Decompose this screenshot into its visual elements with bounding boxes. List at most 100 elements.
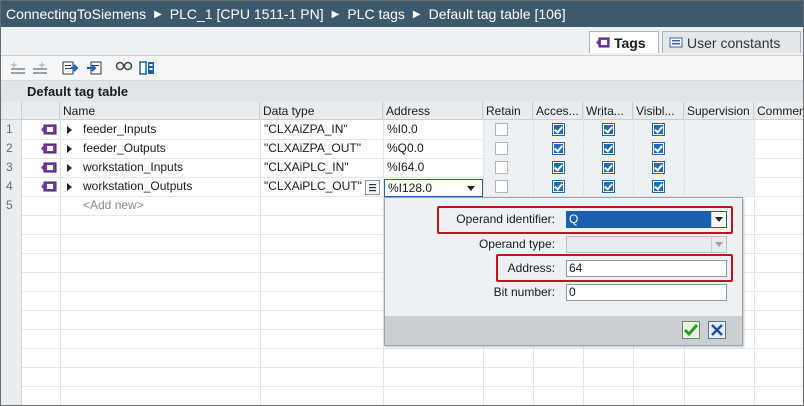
tag-name[interactable]: feeder_Outputs	[83, 139, 259, 158]
list-icon	[369, 184, 376, 192]
visible-checkbox[interactable]	[652, 123, 665, 136]
breadcrumb-project[interactable]: ConnectingToSiemens	[1, 6, 146, 22]
expand-arrow-icon[interactable]	[67, 145, 72, 153]
address-popup: Operand identifier: Q Operand type: Addr…	[384, 197, 743, 346]
tag-data-type[interactable]: "CLXAiPLC_IN"	[264, 158, 382, 177]
checkmark-icon	[682, 321, 700, 339]
accessible-cell	[534, 158, 583, 177]
tag-icon	[596, 37, 610, 48]
operand-type-label: Operand type:	[478, 237, 555, 251]
accessible-checkbox[interactable]	[552, 142, 565, 155]
bit-number-input[interactable]: 0	[566, 284, 727, 301]
row-number-empty	[1, 348, 22, 367]
chevron-down-icon	[711, 237, 726, 252]
monitor-icon[interactable]	[115, 59, 133, 77]
accessible-cell	[534, 177, 583, 196]
header-visible[interactable]: Visibl...	[633, 102, 684, 120]
row-number: 5	[1, 196, 22, 215]
export-icon[interactable]	[61, 59, 79, 77]
header-address[interactable]: Address	[383, 102, 483, 120]
visible-cell	[634, 158, 684, 177]
tag-name[interactable]: workstation_Inputs	[83, 158, 259, 177]
tag-address[interactable]: %Q0.0	[387, 139, 482, 158]
visible-checkbox[interactable]	[652, 142, 665, 155]
retain-checkbox[interactable]	[495, 142, 508, 155]
tag-address[interactable]: %I0.0	[387, 120, 482, 139]
expand-arrow-icon[interactable]	[67, 126, 72, 134]
header-accessible[interactable]: Acces...	[533, 102, 583, 120]
retain-cell	[484, 120, 533, 139]
visible-checkbox[interactable]	[652, 180, 665, 193]
chevron-right-icon: ▶	[412, 8, 421, 20]
add-row-icon[interactable]	[31, 59, 49, 77]
header-supervision[interactable]: Supervision	[684, 102, 754, 120]
writable-checkbox[interactable]	[602, 123, 615, 136]
import-icon[interactable]	[85, 59, 103, 77]
retain-checkbox[interactable]	[495, 180, 508, 193]
accessible-checkbox[interactable]	[552, 123, 565, 136]
row-number-empty	[1, 291, 22, 310]
table-row[interactable]: 2 feeder_Outputs "CLXAiZPA_OUT" %Q0.0	[1, 139, 803, 159]
header-writable[interactable]: Writa...	[583, 102, 633, 120]
visible-cell	[634, 120, 684, 139]
add-new-placeholder[interactable]: <Add new>	[83, 196, 259, 215]
highlight-box	[437, 206, 733, 234]
breadcrumb-plc[interactable]: PLC_1 [CPU 1511-1 PN]	[170, 6, 324, 22]
tag-data-type[interactable]: "CLXAiZPA_IN"	[264, 120, 382, 139]
highlight-box	[496, 254, 733, 282]
tag-data-type[interactable]: "CLXAiZPA_OUT"	[264, 139, 382, 158]
tag-name[interactable]: feeder_Inputs	[83, 120, 259, 139]
confirm-button[interactable]	[682, 321, 700, 339]
address-editor-value[interactable]: %I128.0	[388, 180, 432, 196]
cancel-button[interactable]	[708, 321, 726, 339]
table-row[interactable]: 3 workstation_Inputs "CLXAiPLC_IN" %I64.…	[1, 158, 803, 178]
row-number-empty	[1, 272, 22, 291]
tag-icon	[41, 181, 57, 192]
address-editor[interactable]: %I128.0	[384, 179, 483, 197]
writable-checkbox[interactable]	[602, 142, 615, 155]
breadcrumb: ConnectingToSiemens ▶ PLC_1 [CPU 1511-1 …	[1, 1, 803, 27]
retain-cell	[484, 177, 533, 196]
tag-name[interactable]: workstation_Outputs	[83, 177, 259, 196]
row-number: 1	[1, 120, 22, 139]
tag-data-type[interactable]: "CLXAiPLC_OUT"	[264, 177, 364, 196]
row-number-empty	[1, 329, 22, 348]
retain-cell	[484, 158, 533, 177]
writable-cell	[584, 158, 633, 177]
row-number-empty	[1, 215, 22, 234]
writable-cell	[584, 139, 633, 158]
writable-checkbox[interactable]	[602, 161, 615, 174]
empty-row	[1, 386, 803, 405]
writable-checkbox[interactable]	[602, 180, 615, 193]
header-comment[interactable]: Commen	[754, 102, 803, 120]
tag-address[interactable]: %I64.0	[387, 158, 482, 177]
header-data-type[interactable]: Data type	[260, 102, 383, 120]
header-retain[interactable]: Retain	[483, 102, 533, 120]
row-number-empty	[1, 234, 22, 253]
popup-footer	[385, 316, 742, 345]
display-options-icon[interactable]	[138, 59, 156, 77]
tab-tags[interactable]: Tags	[589, 31, 659, 53]
insert-row-icon[interactable]	[9, 59, 27, 77]
expand-arrow-icon[interactable]	[67, 183, 72, 191]
chevron-right-icon: ▶	[154, 8, 162, 20]
visible-checkbox[interactable]	[652, 161, 665, 174]
expand-arrow-icon[interactable]	[67, 164, 72, 172]
accessible-checkbox[interactable]	[552, 180, 565, 193]
tag-icon	[41, 124, 57, 135]
header-name[interactable]: Name	[60, 102, 260, 120]
toolbar	[1, 56, 803, 81]
operand-type-select[interactable]	[566, 236, 727, 253]
visible-cell	[634, 139, 684, 158]
tab-user-constants[interactable]: User constants	[662, 31, 801, 53]
retain-checkbox[interactable]	[495, 123, 508, 136]
table-row[interactable]: 1 feeder_Inputs "CLXAiZPA_IN" %I0.0	[1, 120, 803, 140]
row-number: 2	[1, 139, 22, 158]
breadcrumb-plc-tags[interactable]: PLC tags	[347, 6, 405, 22]
data-type-picker-button[interactable]	[365, 180, 380, 195]
accessible-checkbox[interactable]	[552, 161, 565, 174]
accessible-cell	[534, 120, 583, 139]
chevron-down-icon[interactable]	[467, 186, 475, 191]
row-number-empty	[1, 253, 22, 272]
retain-checkbox[interactable]	[495, 161, 508, 174]
